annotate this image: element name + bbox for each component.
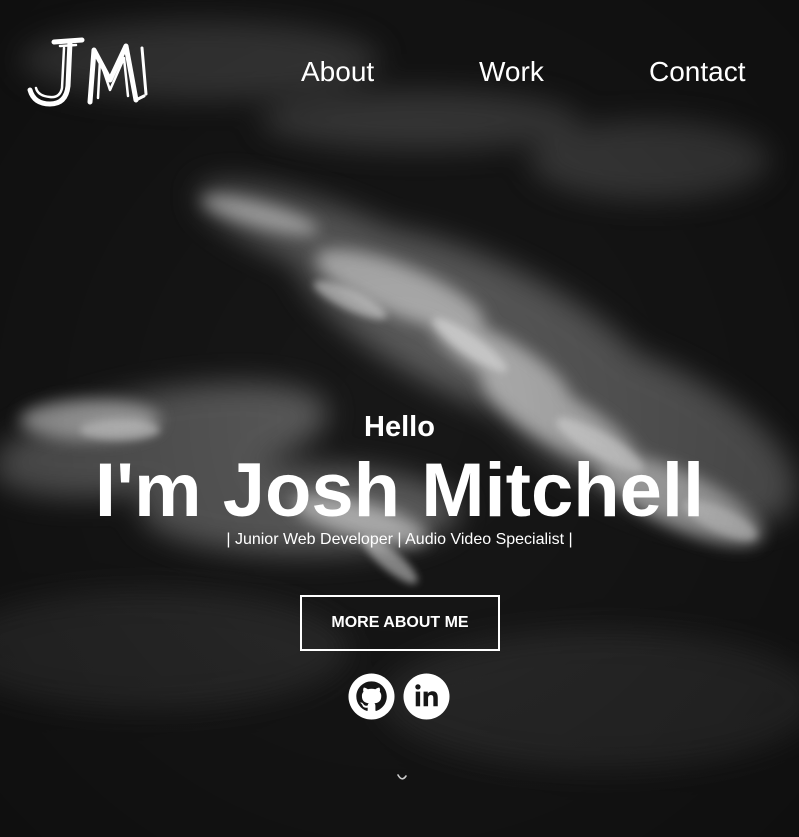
main-nav: About Work Contact [0,55,799,95]
more-about-me-button[interactable]: MORE ABOUT ME [300,595,500,651]
hero-name: I'm Josh Mitchell [94,448,705,533]
scroll-down-icon[interactable] [396,772,408,784]
hero-tagline: | Junior Web Developer | Audio Video Spe… [226,531,573,548]
home-page: About Work Contact Hello I'm Josh Mitche… [0,0,799,837]
github-icon[interactable] [348,673,395,720]
nav-link-about[interactable]: About [301,55,374,89]
linkedin-icon[interactable] [403,673,450,720]
nav-link-work[interactable]: Work [479,55,544,89]
hero-greeting: Hello [364,411,435,443]
nav-link-contact[interactable]: Contact [649,55,746,89]
